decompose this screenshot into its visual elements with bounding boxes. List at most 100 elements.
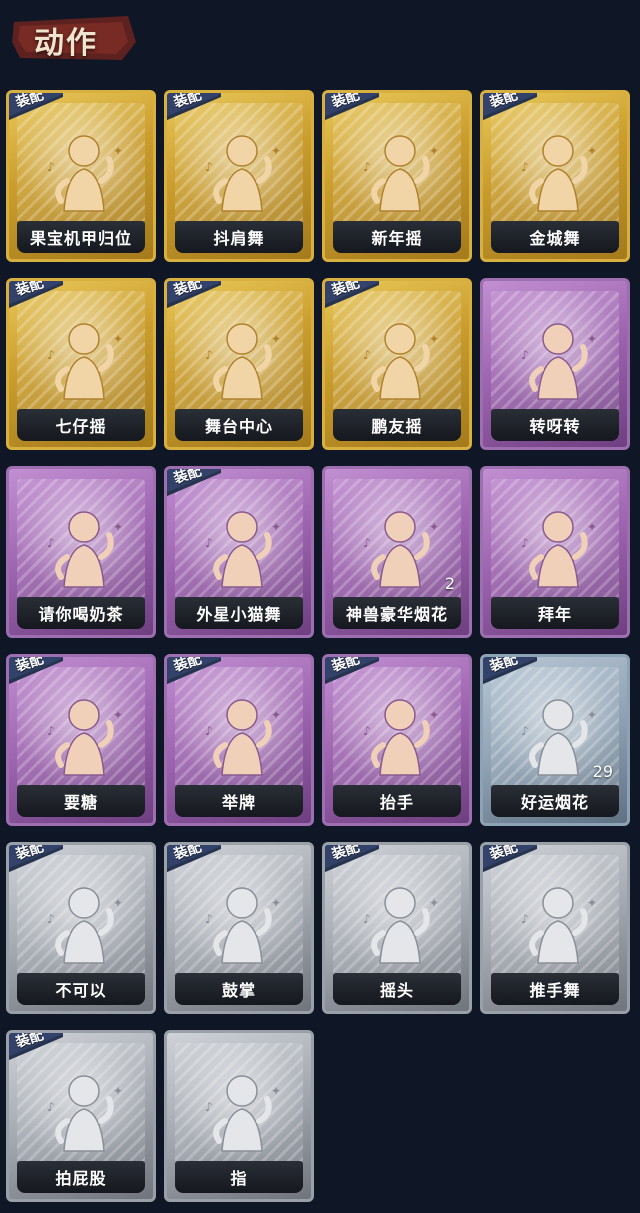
- action-label: 摇头: [379, 981, 414, 1000]
- equipped-badge: 装配: [9, 1033, 63, 1061]
- svg-text:✦: ✦: [113, 144, 123, 158]
- equipped-badge: 装配: [9, 845, 63, 873]
- equipped-badge: 装配: [167, 93, 221, 121]
- action-label: 请你喝奶茶: [38, 605, 124, 624]
- action-label: 鹏友摇: [371, 417, 423, 436]
- action-card[interactable]: ✦ ♪ 抬手 装配: [322, 654, 472, 826]
- header: 动作: [0, 0, 640, 80]
- card-label-bar: 抖肩舞: [175, 221, 303, 253]
- svg-text:♪: ♪: [47, 160, 55, 174]
- equipped-badge: 装配: [9, 93, 63, 121]
- action-card[interactable]: ✦ ♪ 要糖 装配: [6, 654, 156, 826]
- action-card[interactable]: ✦ ♪ 金城舞 装配: [480, 90, 630, 262]
- action-label: 七仔摇: [55, 417, 107, 436]
- card-label-bar: 拜年: [491, 597, 619, 629]
- card-label-bar: 外星小猫舞: [175, 597, 303, 629]
- equipped-badge: 装配: [9, 657, 63, 685]
- svg-text:♪: ♪: [47, 536, 55, 550]
- svg-text:♪: ♪: [521, 160, 529, 174]
- svg-text:✦: ✦: [587, 896, 597, 910]
- svg-text:✦: ✦: [113, 520, 123, 534]
- svg-text:♪: ♪: [205, 348, 213, 362]
- svg-text:✦: ✦: [271, 708, 281, 722]
- action-label: 金城舞: [529, 229, 581, 248]
- item-count: 29: [592, 762, 613, 781]
- card-label-bar: 推手舞: [491, 973, 619, 1005]
- action-card[interactable]: ✦ ♪ 外星小猫舞 装配: [164, 466, 314, 638]
- item-count: 2: [444, 574, 455, 593]
- action-grid: ✦ ♪ 果宝机甲归位 装配 ✦ ♪ 抖肩舞 装配 ✦ ♪ 新年摇 装配 ✦ ♪ 金城舞 装配 ✦ ♪ 七仔摇 装配 ✦ ♪…: [6, 90, 630, 1202]
- svg-text:✦: ✦: [113, 332, 123, 346]
- equipped-badge: 装配: [167, 469, 221, 497]
- svg-text:✦: ✦: [113, 896, 123, 910]
- card-label-bar: 鼓掌: [175, 973, 303, 1005]
- svg-text:♪: ♪: [47, 348, 55, 362]
- svg-text:✦: ✦: [429, 144, 439, 158]
- svg-text:♪: ♪: [47, 912, 55, 926]
- equipped-badge: 装配: [483, 845, 537, 873]
- action-card[interactable]: ✦ ♪ 2 神兽豪华烟花: [322, 466, 472, 638]
- action-label: 拍屁股: [55, 1169, 107, 1188]
- svg-text:✦: ✦: [113, 1084, 123, 1098]
- action-card[interactable]: ✦ ♪ 七仔摇 装配: [6, 278, 156, 450]
- svg-text:♪: ♪: [363, 912, 371, 926]
- svg-text:✦: ✦: [113, 708, 123, 722]
- equipped-badge: 装配: [9, 281, 63, 309]
- action-card[interactable]: ✦ ♪ 转呀转: [480, 278, 630, 450]
- action-label: 果宝机甲归位: [29, 229, 132, 248]
- action-label: 推手舞: [529, 981, 581, 1000]
- card-label-bar: 神兽豪华烟花: [333, 597, 461, 629]
- action-card[interactable]: ✦ ♪ 果宝机甲归位 装配: [6, 90, 156, 262]
- equipped-badge: 装配: [325, 657, 379, 685]
- card-label-bar: 果宝机甲归位: [17, 221, 145, 253]
- action-label: 新年摇: [371, 229, 423, 248]
- svg-text:♪: ♪: [521, 348, 529, 362]
- svg-text:♪: ♪: [521, 536, 529, 550]
- action-label: 不可以: [55, 981, 107, 1000]
- svg-text:✦: ✦: [429, 332, 439, 346]
- card-label-bar: 舞台中心: [175, 409, 303, 441]
- card-label-bar: 请你喝奶茶: [17, 597, 145, 629]
- svg-text:♪: ♪: [205, 1100, 213, 1114]
- action-label: 举牌: [221, 793, 256, 812]
- card-label-bar: 要糖: [17, 785, 145, 817]
- svg-text:♪: ♪: [47, 724, 55, 738]
- action-card[interactable]: ✦ ♪ 鼓掌 装配: [164, 842, 314, 1014]
- action-card[interactable]: ✦ ♪ 举牌 装配: [164, 654, 314, 826]
- action-card[interactable]: ✦ ♪ 抖肩舞 装配: [164, 90, 314, 262]
- action-label: 鼓掌: [221, 981, 256, 1000]
- action-label: 要糖: [63, 793, 98, 812]
- action-card[interactable]: ✦ ♪ 29 好运烟花 装配: [480, 654, 630, 826]
- equipped-badge: 装配: [325, 281, 379, 309]
- action-label: 神兽豪华烟花: [345, 605, 448, 624]
- svg-text:✦: ✦: [587, 520, 597, 534]
- action-label: 外星小猫舞: [196, 605, 282, 624]
- action-label: 舞台中心: [204, 417, 273, 436]
- svg-text:✦: ✦: [587, 708, 597, 722]
- svg-text:✦: ✦: [429, 708, 439, 722]
- action-label: 指: [230, 1169, 248, 1188]
- action-card[interactable]: ✦ ♪ 鹏友摇 装配: [322, 278, 472, 450]
- card-label-bar: 举牌: [175, 785, 303, 817]
- action-card[interactable]: ✦ ♪ 不可以 装配: [6, 842, 156, 1014]
- card-label-bar: 鹏友摇: [333, 409, 461, 441]
- action-card[interactable]: ✦ ♪ 指: [164, 1030, 314, 1202]
- equipped-badge: 装配: [483, 657, 537, 685]
- svg-text:✦: ✦: [271, 520, 281, 534]
- card-label-bar: 拍屁股: [17, 1161, 145, 1193]
- svg-text:♪: ♪: [363, 536, 371, 550]
- svg-text:♪: ♪: [205, 912, 213, 926]
- action-card[interactable]: ✦ ♪ 新年摇 装配: [322, 90, 472, 262]
- action-card[interactable]: ✦ ♪ 请你喝奶茶: [6, 466, 156, 638]
- equipped-badge: 装配: [167, 281, 221, 309]
- svg-text:♪: ♪: [521, 724, 529, 738]
- action-card[interactable]: ✦ ♪ 拜年: [480, 466, 630, 638]
- action-card[interactable]: ✦ ♪ 拍屁股 装配: [6, 1030, 156, 1202]
- svg-text:♪: ♪: [205, 160, 213, 174]
- action-card[interactable]: ✦ ♪ 舞台中心 装配: [164, 278, 314, 450]
- svg-text:♪: ♪: [521, 912, 529, 926]
- equipped-badge: 装配: [325, 845, 379, 873]
- action-card[interactable]: ✦ ♪ 摇头 装配: [322, 842, 472, 1014]
- card-label-bar: 七仔摇: [17, 409, 145, 441]
- action-card[interactable]: ✦ ♪ 推手舞 装配: [480, 842, 630, 1014]
